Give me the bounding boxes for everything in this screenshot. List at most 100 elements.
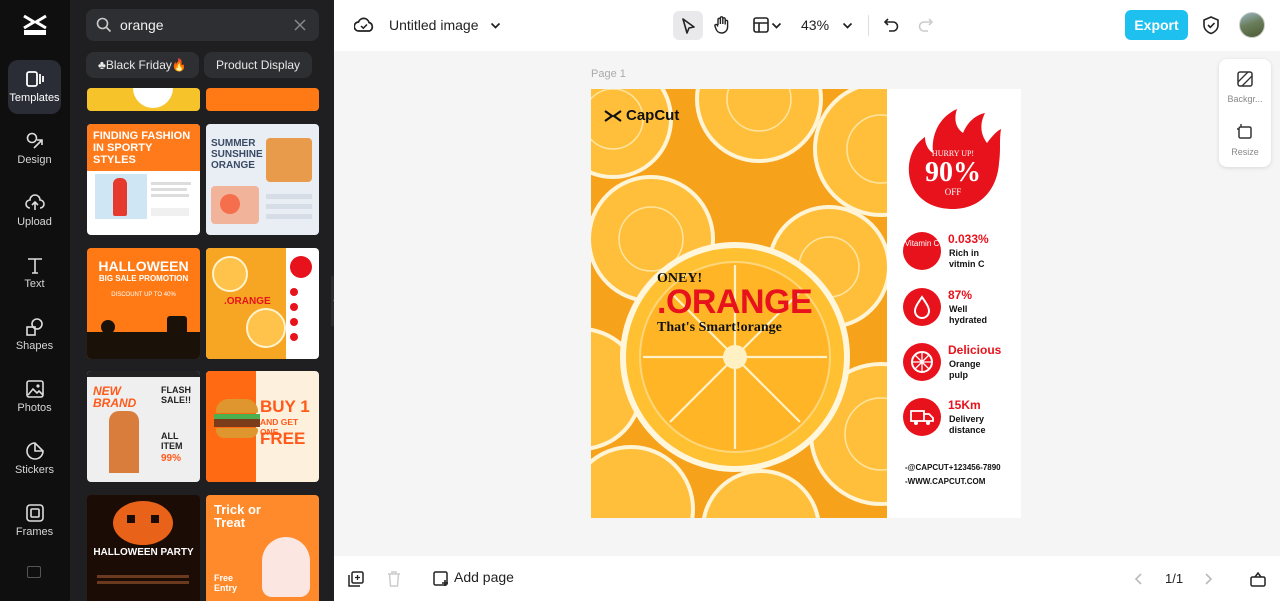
template-thumb-partial-2[interactable] [206, 88, 319, 111]
contact-phone[interactable]: -@CAPCUT+123456-7890 [905, 463, 1001, 472]
resize-tool-label: Resize [1231, 147, 1259, 157]
background-tool-label: Backgr... [1227, 94, 1263, 104]
pages-panel-icon[interactable] [1249, 570, 1267, 588]
thumb-title: FINDING FASHION IN SPORTY STYLES [93, 130, 191, 166]
feature-value[interactable]: Delicious [948, 343, 1001, 357]
rail-item-templates[interactable]: Templates [8, 60, 61, 114]
feature-desc[interactable]: Orange [949, 359, 981, 369]
undo-icon[interactable] [883, 16, 900, 33]
vitamin-badge-text: Vitamin C [904, 239, 940, 248]
feature-value[interactable]: 15Km [948, 398, 981, 412]
vitamin-badge[interactable]: Vitamin C [903, 232, 941, 270]
hand-icon[interactable] [712, 15, 732, 35]
chevron-down-icon[interactable] [842, 20, 853, 31]
rail-item-shapes[interactable]: Shapes [8, 308, 61, 362]
chip-product-display[interactable]: Product Display [204, 52, 313, 78]
rail-label: Frames [15, 526, 54, 538]
template-thumb-halloween-party[interactable]: HALLOWEEN PARTY [87, 495, 200, 601]
side-tools: Backgr... Resize [1219, 59, 1271, 167]
template-thumb-orange[interactable]: .ORANGE [206, 248, 319, 359]
avatar[interactable] [1239, 12, 1265, 38]
thumb-all-item: ALL ITEM [161, 431, 183, 451]
feature-desc[interactable]: pulp [949, 370, 968, 380]
resize-icon [1237, 124, 1252, 139]
cloud-save-icon[interactable] [354, 16, 374, 34]
chip-black-friday[interactable]: ♣Black Friday🔥 [86, 52, 199, 78]
tagline[interactable]: That's Smart!orange [657, 320, 782, 336]
templates-icon [26, 71, 44, 87]
zoom-level[interactable]: 43% [801, 17, 829, 33]
contact-website[interactable]: -WWW.CAPCUT.COM [905, 477, 985, 486]
trash-icon[interactable] [387, 571, 401, 587]
redo-icon[interactable] [917, 16, 934, 33]
delivery-truck-icon [910, 410, 934, 425]
search-box[interactable] [86, 9, 319, 41]
document-title[interactable]: Untitled image [389, 17, 479, 33]
rail-item-stickers[interactable]: Stickers [8, 432, 61, 486]
template-thumb-fashion[interactable]: FINDING FASHION IN SPORTY STYLES [87, 124, 200, 235]
rail-item-photos[interactable]: Photos [8, 370, 61, 424]
duplicate-page-icon[interactable] [348, 571, 364, 587]
orange-slice-badge[interactable] [903, 343, 941, 381]
thumb-side: FLASH SALE!! [161, 385, 191, 405]
thumb-free: Free Entry [214, 573, 238, 593]
thumb-title: BUY 1 [260, 397, 310, 416]
rail-item-text[interactable]: Text [8, 246, 61, 300]
background-tool[interactable]: Backgr... [1219, 70, 1271, 104]
feature-value[interactable]: 87% [948, 288, 972, 302]
off-text[interactable]: OFF [903, 187, 1003, 197]
template-thumb-summer[interactable]: SUMMER SUNSHINE ORANGE [206, 124, 319, 235]
template-thumb-trick-treat[interactable]: Trick or Treat Free Entry [206, 495, 319, 601]
feature-desc[interactable]: Delivery [949, 414, 984, 424]
resize-tool[interactable]: Resize [1219, 123, 1271, 157]
thumb-title: HALLOWEEN PARTY [93, 547, 194, 558]
rail-label: Stickers [14, 464, 55, 476]
water-drop-badge[interactable] [903, 288, 941, 326]
brand-name[interactable]: CapCut [626, 107, 679, 124]
bottom-bar: Add page 1/1 [334, 556, 1280, 601]
chevron-down-icon[interactable] [771, 20, 782, 31]
rail-item-frames[interactable]: Frames [8, 494, 61, 548]
thumb-sub: BIG SALE PROMOTION [98, 274, 189, 283]
add-page-button[interactable]: Add page [454, 569, 514, 585]
design-page[interactable]: CapCut ONEY! .ORANGE That's Smart!orange… [591, 89, 1021, 518]
water-drop-icon [913, 295, 931, 319]
template-thumb-halloween-sale[interactable]: HALLOWEEN BIG SALE PROMOTION DISCOUNT UP… [87, 248, 200, 359]
shield-icon[interactable] [1202, 15, 1220, 35]
layout-icon[interactable] [752, 16, 770, 34]
template-thumb-burger[interactable]: BUY 1 AND GET ONE FREE [206, 371, 319, 482]
rail-label: Design [17, 154, 52, 166]
delivery-badge[interactable] [903, 398, 941, 436]
more-icon[interactable] [27, 566, 41, 578]
orange-slice-icon [911, 351, 933, 373]
export-button[interactable]: Export [1125, 10, 1188, 40]
thumb-pct: 99% [161, 453, 182, 464]
background-icon [1237, 71, 1253, 87]
capcut-logo-icon [604, 110, 622, 122]
rail-item-upload[interactable]: Upload [8, 184, 61, 238]
add-page-icon[interactable] [433, 571, 450, 587]
chevron-right-icon[interactable] [1204, 573, 1213, 585]
select-tool-button[interactable] [673, 11, 703, 40]
headline-orange[interactable]: .ORANGE [657, 283, 813, 322]
feature-desc[interactable]: hydrated [949, 315, 987, 325]
rail-label: Shapes [15, 340, 54, 352]
chevron-down-icon[interactable] [490, 20, 501, 31]
template-thumb-new-brand[interactable]: NEW BRAND FLASH SALE!! ALL ITEM 99% [87, 371, 200, 482]
feature-desc[interactable]: vitmin C [949, 259, 985, 269]
rail-label: Templates [9, 92, 60, 104]
rail-label: Upload [17, 216, 52, 228]
feature-desc[interactable]: distance [949, 425, 986, 435]
discount-value[interactable]: 90% [903, 157, 1003, 189]
feature-desc[interactable]: Well [949, 304, 967, 314]
chevron-left-icon[interactable] [1134, 573, 1143, 585]
capcut-logo-icon[interactable] [21, 12, 49, 38]
template-thumb-partial-1[interactable] [87, 88, 200, 111]
feature-value[interactable]: 0.033% [948, 232, 989, 246]
rail-label: Text [24, 278, 45, 290]
thumb-title: SUMMER SUNSHINE ORANGE [211, 138, 263, 171]
clear-search-icon[interactable] [293, 18, 307, 32]
feature-desc[interactable]: Rich in [949, 248, 979, 258]
rail-item-design[interactable]: Design [8, 122, 61, 176]
search-input[interactable] [120, 15, 280, 35]
